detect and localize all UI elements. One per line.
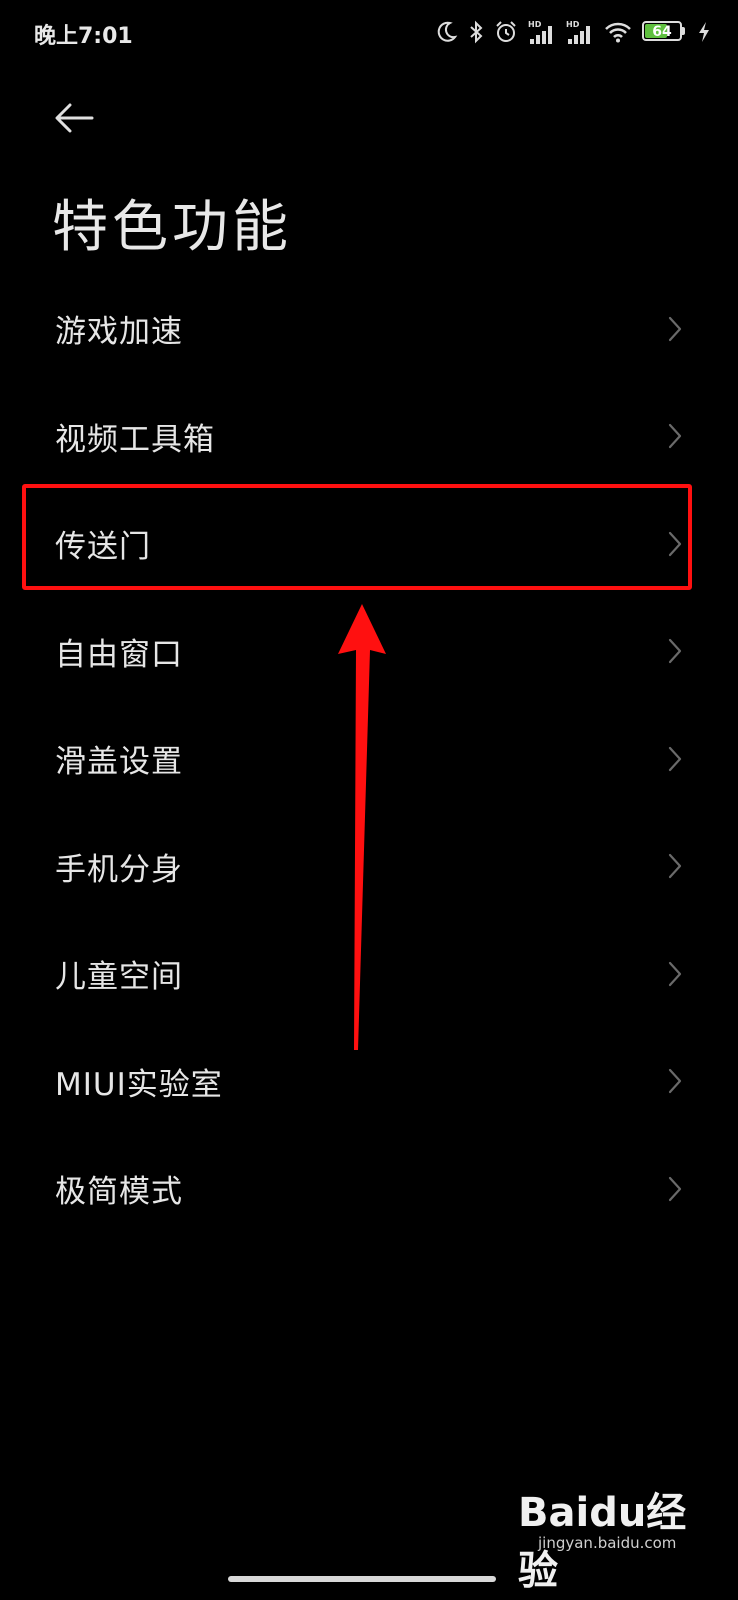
svg-text:HD: HD <box>566 20 580 29</box>
svg-text:HD: HD <box>528 20 542 29</box>
arrow-left-icon <box>55 103 94 133</box>
menu-item-label: 传送门 <box>55 529 151 566</box>
moon-icon <box>437 21 458 42</box>
signal-hd-icon: HD <box>566 20 590 44</box>
status-icons: HD HD 64 <box>436 16 710 48</box>
chevron-right-icon <box>668 746 682 771</box>
signal-hd-icon: HD <box>528 20 552 44</box>
page-title: 特色功能 <box>52 195 292 260</box>
chevron-right-icon <box>668 1069 682 1094</box>
home-indicator[interactable] <box>228 1576 496 1582</box>
menu-item[interactable]: 儿童空间 <box>0 920 738 1028</box>
menu-item-label: 自由窗口 <box>55 636 183 673</box>
menu-item[interactable]: 传送门 <box>0 490 738 598</box>
chevron-right-icon <box>668 961 682 986</box>
menu-item-label: 滑盖设置 <box>55 744 183 781</box>
menu-item-label: 游戏加速 <box>55 314 183 351</box>
chevron-right-icon <box>668 424 682 449</box>
menu-item[interactable]: 滑盖设置 <box>0 705 738 813</box>
watermark: Baidu经验 jingyan.baidu.com <box>518 1480 698 1594</box>
charging-icon <box>699 22 709 42</box>
status-time: 晚上7:01 <box>34 24 133 49</box>
back-button[interactable] <box>52 96 108 140</box>
menu-item[interactable]: MIUI实验室 <box>0 1028 738 1136</box>
menu-item-label: 极简模式 <box>55 1174 183 1211</box>
chevron-right-icon <box>668 1176 682 1201</box>
chevron-right-icon <box>668 639 682 664</box>
menu-item[interactable]: 自由窗口 <box>0 598 738 706</box>
alarm-icon <box>496 21 516 42</box>
menu-item-label: 视频工具箱 <box>55 421 215 458</box>
chevron-right-icon <box>668 316 682 341</box>
menu-item[interactable]: 游戏加速 <box>0 275 738 383</box>
wifi-icon <box>605 22 631 43</box>
menu-item[interactable]: 手机分身 <box>0 813 738 921</box>
chevron-right-icon <box>668 854 682 879</box>
watermark-sub: jingyan.baidu.com <box>538 1534 677 1552</box>
menu-item[interactable]: 视频工具箱 <box>0 383 738 491</box>
menu-item[interactable]: 极简模式 <box>0 1135 738 1243</box>
status-bar: 晚上7:01 HD HD 64 <box>0 0 738 66</box>
chevron-right-icon <box>668 531 682 556</box>
settings-menu: 游戏加速视频工具箱传送门自由窗口滑盖设置手机分身儿童空间 MIUI实验室 极简模式 <box>0 275 738 1243</box>
battery-level: 64 <box>652 24 672 40</box>
battery-icon: 64 <box>642 21 688 43</box>
menu-item-label: 儿童空间 <box>55 959 183 996</box>
menu-item-label: MIUI实验室 <box>55 1066 223 1103</box>
menu-item-label: 手机分身 <box>55 851 183 888</box>
bluetooth-icon <box>470 20 483 44</box>
